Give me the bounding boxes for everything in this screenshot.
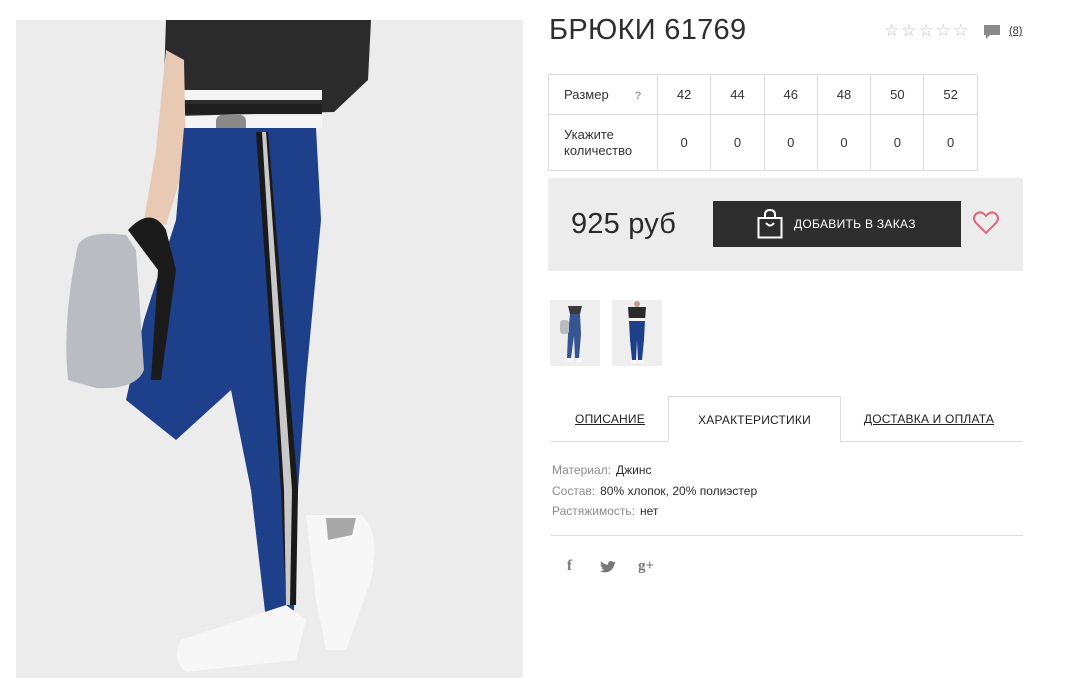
size-cell: 50 xyxy=(870,74,925,115)
characteristic-value: Джинс xyxy=(615,463,652,477)
characteristic-value: нет xyxy=(640,504,659,518)
add-to-order-button[interactable]: ДОБАВИТЬ В ЗАКАЗ xyxy=(713,201,961,247)
google-plus-icon[interactable]: g+ xyxy=(638,558,654,575)
quantity-label-cell: Укажите количество xyxy=(548,114,658,171)
tab-delivery-label: ДОСТАВКА И ОПЛАТА xyxy=(863,412,995,426)
tab-characteristics[interactable]: ХАРАКТЕРИСТИКИ xyxy=(668,396,841,443)
quantity-label: Укажите количество xyxy=(564,126,633,158)
divider xyxy=(551,535,1023,536)
star-outline-icon[interactable]: ☆ xyxy=(953,22,968,39)
characteristics-list: Материал: Джинс Состав: 80% хлопок, 20% по… xyxy=(552,460,757,522)
tab-description-label: ОПИСАНИЕ xyxy=(575,412,645,426)
characteristic-value: 80% хлопок, 20% полиэстер xyxy=(600,483,758,498)
size-cell: 44 xyxy=(710,74,765,115)
tab-characteristics-label: ХАРАКТЕРИСТИКИ xyxy=(698,412,811,427)
shopping-bag-icon xyxy=(757,209,783,239)
product-tabs: ОПИСАНИЕ ХАРАКТЕРИСТИКИ ДОСТАВКА И ОПЛАТ… xyxy=(551,396,1023,443)
quantity-input[interactable]: 0 xyxy=(816,114,872,171)
star-outline-icon[interactable]: ☆ xyxy=(884,22,899,39)
quantity-input[interactable]: 0 xyxy=(923,114,978,171)
star-outline-icon[interactable]: ☆ xyxy=(901,22,916,39)
size-cell: 52 xyxy=(923,74,978,115)
add-to-order-label: ДОБАВИТЬ В ЗАКАЗ xyxy=(794,217,916,231)
characteristic-row: Материал: Джинс xyxy=(552,460,757,481)
quantity-input[interactable]: 0 xyxy=(710,114,765,171)
main-product-photo[interactable] xyxy=(16,20,523,678)
reviews-count-link[interactable]: (8) xyxy=(1009,25,1022,37)
quantity-input[interactable]: 0 xyxy=(870,114,925,171)
quantity-row: Укажите количество 0 0 0 0 0 0 xyxy=(548,114,978,171)
price: 925 руб xyxy=(571,208,677,240)
size-cell: 46 xyxy=(763,74,818,115)
size-cell: 48 xyxy=(816,74,872,115)
page-title: БРЮКИ 61769 xyxy=(549,14,747,46)
size-label-cell: Размер? xyxy=(548,74,658,115)
tab-delivery-payment[interactable]: ДОСТАВКА И ОПЛАТА xyxy=(841,396,1017,442)
size-cell: 42 xyxy=(656,74,712,115)
comment-icon[interactable] xyxy=(983,24,1001,40)
heart-icon[interactable] xyxy=(973,211,999,235)
characteristic-label: Материал: xyxy=(552,463,611,477)
size-table: Размер? 42 44 46 48 50 52 Укажите количе… xyxy=(548,74,978,171)
twitter-icon[interactable] xyxy=(600,561,616,574)
characteristic-label: Состав: xyxy=(552,483,596,498)
tab-description[interactable]: ОПИСАНИЕ xyxy=(551,396,669,442)
quantity-input[interactable]: 0 xyxy=(763,114,818,171)
characteristic-row: Растяжимость: нет xyxy=(552,501,757,522)
star-outline-icon[interactable]: ☆ xyxy=(936,22,951,39)
characteristic-label: Растяжимость: xyxy=(552,504,636,518)
rating-stars[interactable]: ☆ ☆ ☆ ☆ ☆ xyxy=(884,22,968,39)
facebook-icon[interactable]: f xyxy=(567,558,572,575)
thumbnail-1[interactable] xyxy=(550,300,600,366)
size-label: Размер xyxy=(564,87,609,102)
size-row: Размер? 42 44 46 48 50 52 xyxy=(548,74,978,115)
characteristic-row: Состав: 80% хлопок, 20% полиэстер xyxy=(552,481,757,502)
thumbnail-2[interactable] xyxy=(612,300,662,366)
size-help-icon[interactable]: ? xyxy=(635,90,642,102)
purchase-panel: 925 руб ДОБАВИТЬ В ЗАКАЗ xyxy=(548,178,1023,271)
quantity-input[interactable]: 0 xyxy=(656,114,712,171)
star-outline-icon[interactable]: ☆ xyxy=(919,22,934,39)
